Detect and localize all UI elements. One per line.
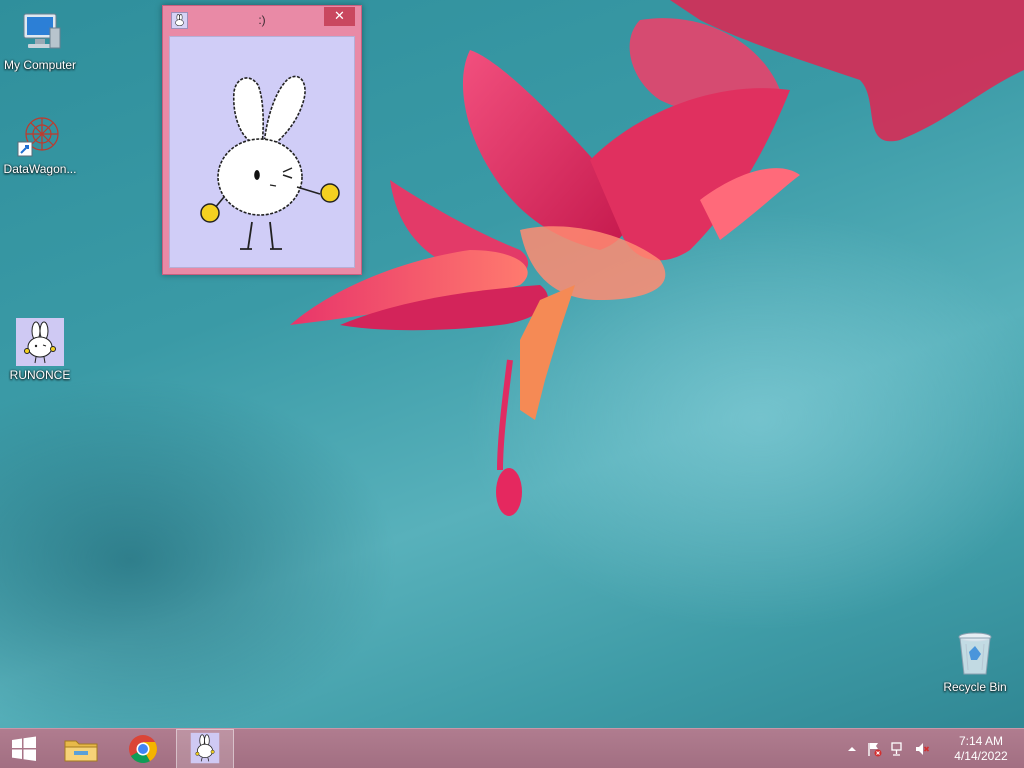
clock-date: 4/14/2022: [954, 749, 1008, 763]
taskbar-app-runonce[interactable]: [176, 729, 234, 768]
desktop: My Computer DataWagon... RUNONCE Recycle…: [0, 0, 1024, 728]
show-hidden-icons-arrow[interactable]: [844, 741, 860, 757]
datawagon-icon: [17, 117, 59, 157]
desktop-icon-recycle-bin[interactable]: Recycle Bin: [935, 630, 1015, 694]
taskbar: 7:14 AM 4/14/2022: [0, 728, 1024, 768]
taskbar-clock[interactable]: 7:14 AM 4/14/2022: [946, 734, 1016, 764]
desktop-icon-runonce[interactable]: RUNONCE: [0, 318, 80, 382]
desktop-icon-label: My Computer: [3, 58, 77, 72]
bunny-icon: [171, 12, 188, 29]
chrome-icon: [129, 735, 157, 763]
close-button[interactable]: ✕: [324, 7, 355, 26]
desktop-icon-datawagon[interactable]: DataWagon...: [0, 112, 80, 176]
volume-muted-icon[interactable]: [914, 741, 930, 757]
desktop-icon-label: DataWagon...: [3, 162, 77, 176]
clock-time: 7:14 AM: [958, 734, 1004, 748]
close-icon: ✕: [334, 9, 345, 24]
network-icon[interactable]: [890, 741, 906, 757]
bunny-character: [200, 75, 340, 250]
taskbar-app-chrome[interactable]: [114, 729, 172, 768]
desktop-icon-label: Recycle Bin: [943, 680, 1007, 694]
recycle-bin-icon: [958, 632, 992, 675]
desktop-icon-my-computer[interactable]: My Computer: [0, 8, 80, 72]
start-button[interactable]: [0, 729, 48, 768]
system-tray: 7:14 AM 4/14/2022: [844, 729, 1024, 768]
windows-logo-icon: [12, 736, 36, 761]
window-title: :): [258, 13, 266, 27]
bunny-icon: [16, 318, 64, 366]
window-client-area[interactable]: [169, 36, 355, 268]
window-titlebar[interactable]: :) ✕: [163, 6, 361, 34]
app-window[interactable]: :) ✕: [162, 5, 362, 275]
computer-icon: [23, 13, 61, 49]
action-center-flag-icon[interactable]: [866, 741, 882, 757]
desktop-icon-label: RUNONCE: [9, 368, 71, 382]
wallpaper-flower: [290, 0, 1024, 516]
file-explorer-icon: [64, 740, 98, 762]
taskbar-app-file-explorer[interactable]: [52, 729, 110, 768]
bunny-icon: [190, 732, 220, 764]
